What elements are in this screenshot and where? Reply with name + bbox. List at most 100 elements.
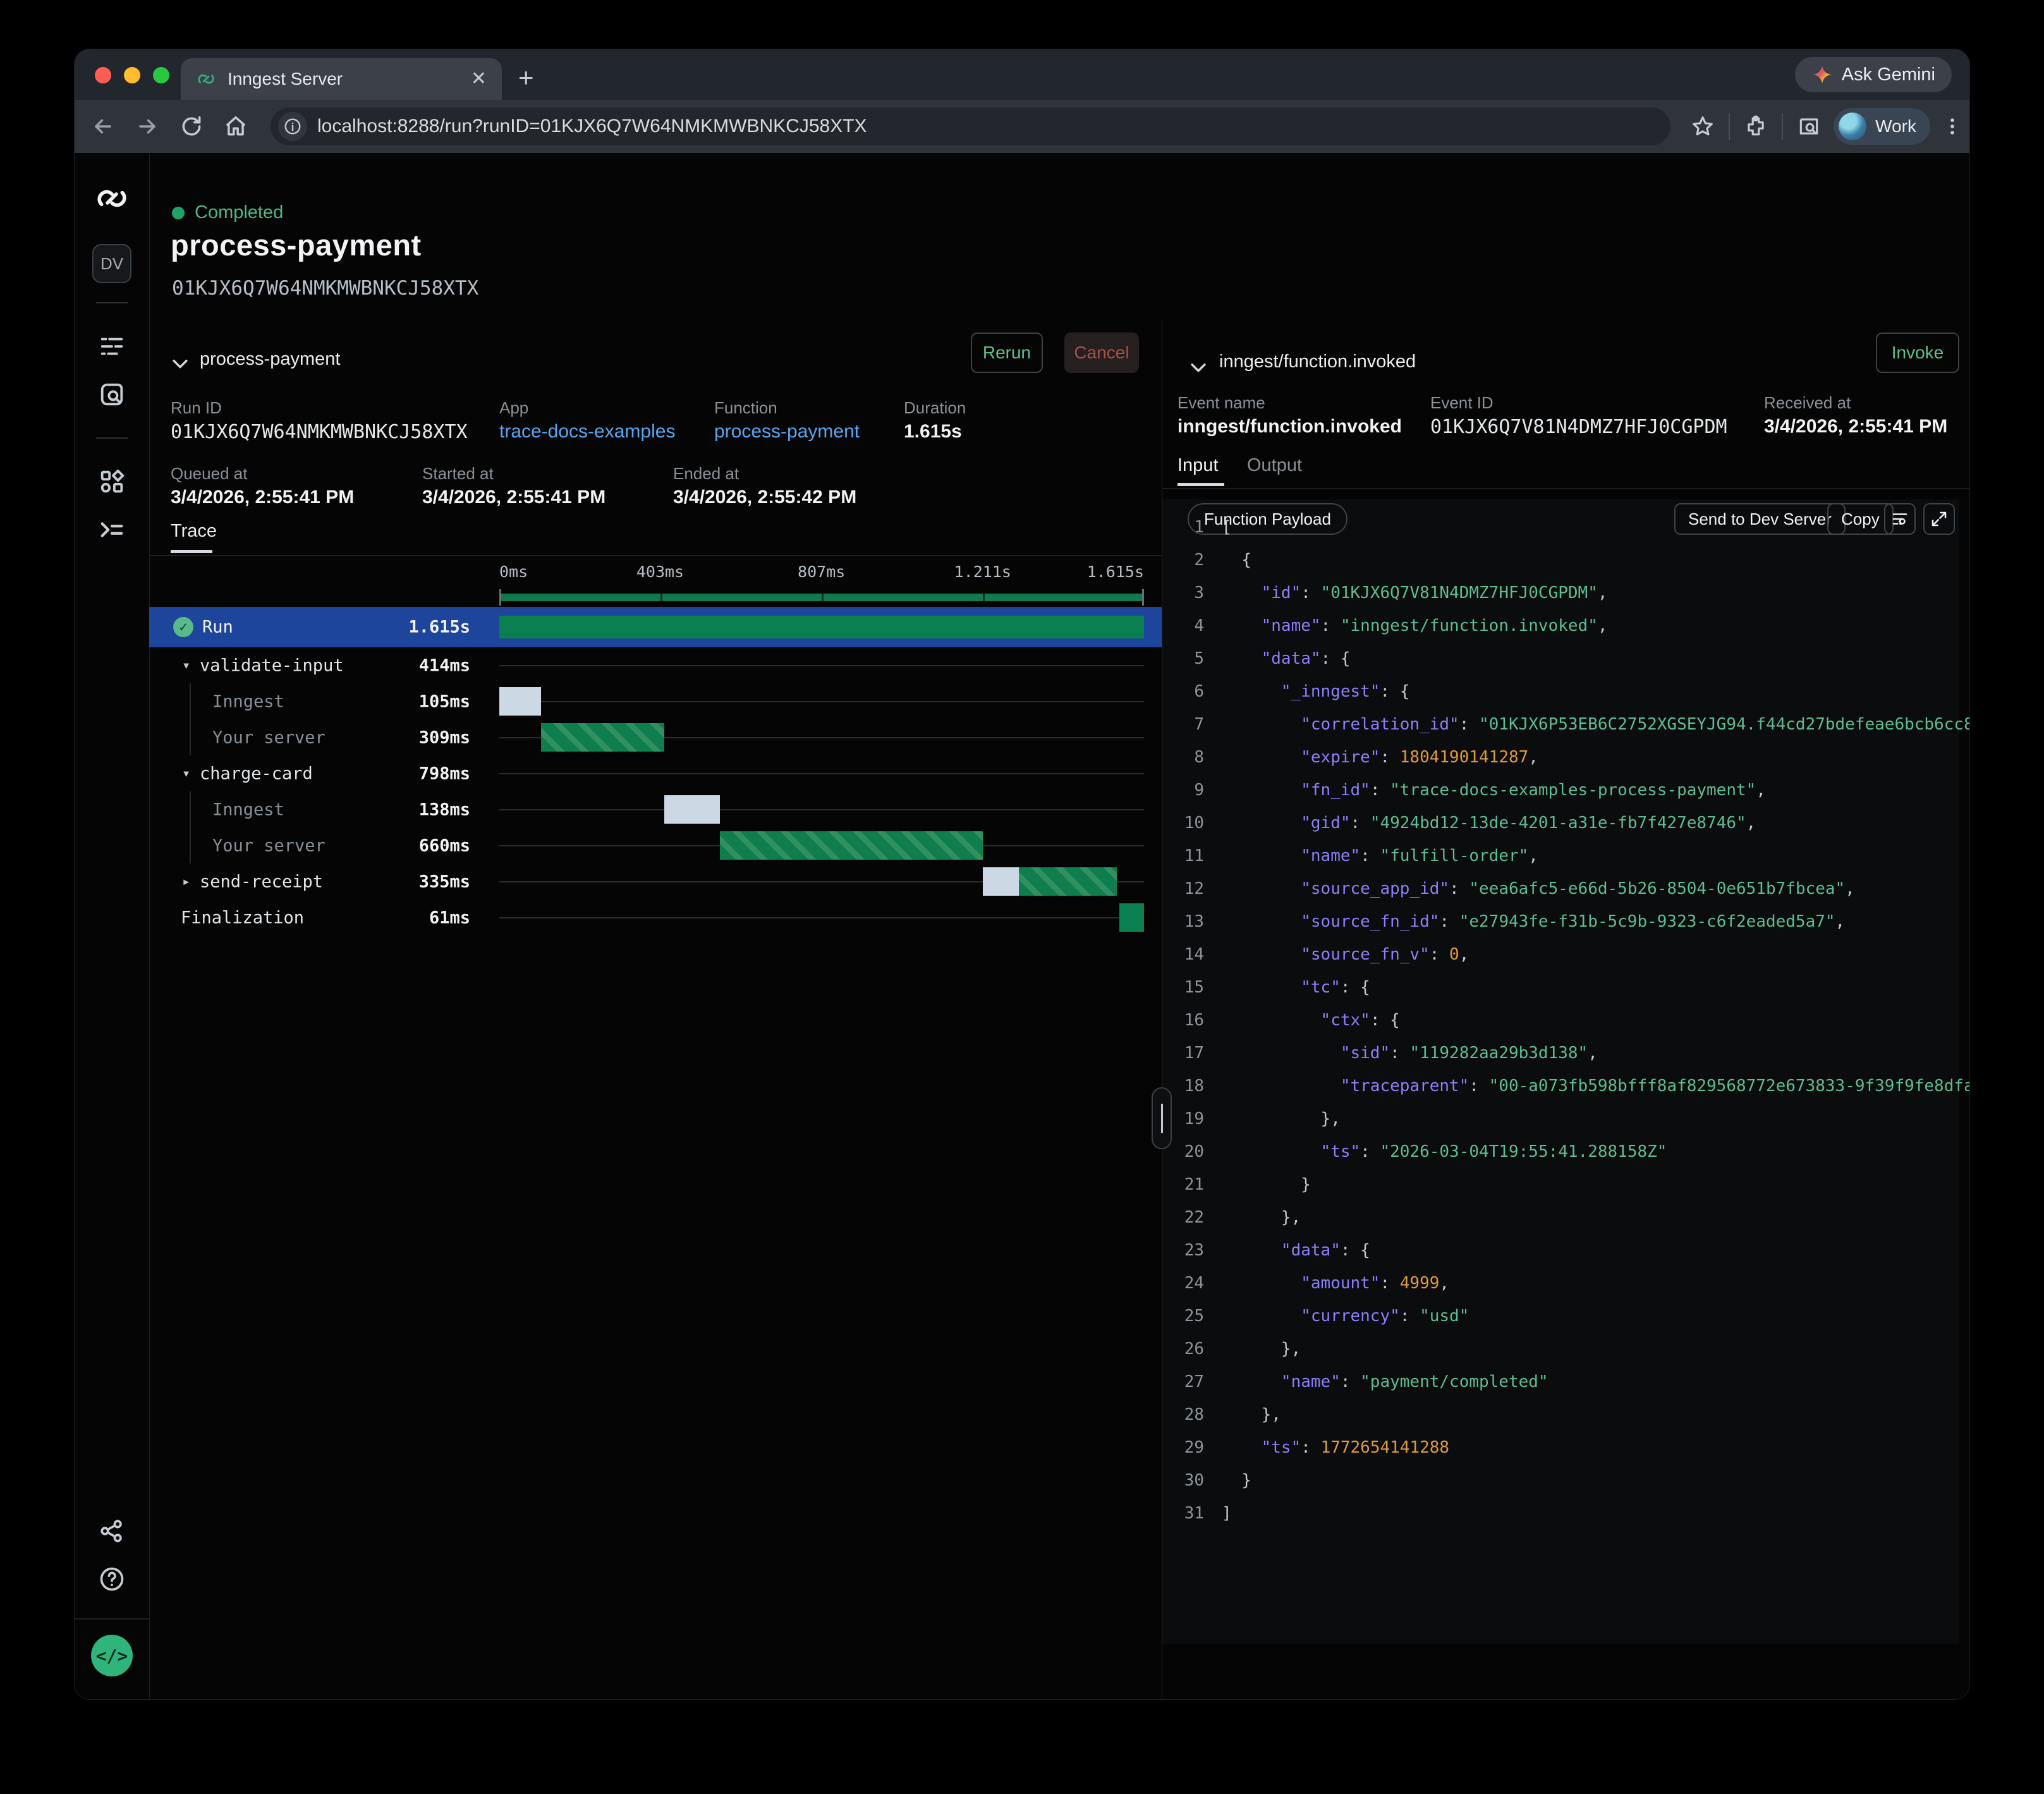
events-search-icon[interactable] — [97, 370, 126, 418]
trace-row-label: Inngest — [212, 800, 284, 819]
started-at-label: Started at — [422, 464, 494, 484]
trace-row-inngest[interactable]: Inngest105ms — [149, 683, 1162, 719]
tree-guide-line — [190, 791, 191, 827]
apps-icon[interactable] — [97, 458, 126, 506]
status-dot-icon — [172, 207, 185, 219]
span-bar-exec[interactable] — [720, 831, 983, 860]
code-line: 30 } — [1162, 1464, 1969, 1497]
trace-row-label: Your server — [212, 728, 325, 747]
browser-menu-icon[interactable] — [1935, 116, 1969, 137]
bookmark-star-icon[interactable] — [1683, 114, 1722, 138]
trace-row-your-server[interactable]: Your server309ms — [149, 719, 1162, 755]
maximize-window-button[interactable] — [153, 67, 169, 83]
event-title: inngest/function.invoked — [1219, 351, 1416, 372]
minimize-window-button[interactable] — [124, 67, 140, 83]
ask-gemini-button[interactable]: Ask Gemini — [1795, 57, 1952, 92]
collapse-arrow-icon[interactable]: ▾ — [182, 766, 190, 781]
window-controls[interactable] — [95, 67, 169, 83]
timeline-tick: 403ms — [636, 563, 684, 581]
code-line: 5 "data": { — [1162, 642, 1969, 675]
trace-row-finalization[interactable]: Finalization61ms — [149, 900, 1162, 936]
line-number: 23 — [1162, 1234, 1222, 1267]
new-tab-button[interactable]: + — [518, 64, 534, 91]
tab-trace[interactable]: Trace — [171, 521, 217, 542]
trace-row-label: Run — [202, 618, 233, 637]
trace-row-send-receipt[interactable]: ▸send-receipt335ms — [149, 863, 1162, 900]
tab-input-underline — [1177, 483, 1224, 486]
span-bar-queue[interactable] — [983, 867, 1019, 896]
code-line: 15 "tc": { — [1162, 971, 1969, 1004]
browser-tab[interactable]: Inngest Server ✕ — [181, 58, 502, 100]
trace-row-charge-card[interactable]: ▾charge-card798ms — [149, 755, 1162, 791]
code-line: 12 "source_app_id": "eea6afc5-e66d-5b26-… — [1162, 872, 1969, 905]
span-bar-exec[interactable] — [541, 723, 664, 752]
line-number: 27 — [1162, 1365, 1222, 1398]
forward-icon[interactable] — [125, 114, 169, 138]
code-line: 17 "sid": "119282aa29b3d138", — [1162, 1037, 1969, 1070]
span-bar-queue[interactable] — [664, 795, 719, 824]
rerun-button[interactable]: Rerun — [971, 333, 1043, 373]
panel-resize-handle[interactable] — [1152, 1087, 1172, 1149]
trace-row-duration: 798ms — [419, 764, 470, 783]
cancel-button[interactable]: Cancel — [1064, 333, 1139, 373]
trace-row-duration: 1.615s — [408, 618, 470, 637]
profile-name: Work — [1875, 116, 1916, 137]
app-sidebar: DV </> — [75, 153, 150, 1699]
dev-mode-button[interactable]: </> — [91, 1635, 133, 1676]
trace-row-duration: 105ms — [419, 692, 470, 711]
code-line: 3 "id": "01KJX6Q7V81N4DMZ7HFJ0CGPDM", — [1162, 577, 1969, 609]
main-area: Completed process-payment 01KJX6Q7W64NMK… — [149, 153, 1969, 1699]
code-line: 29 "ts": 1772654141288 — [1162, 1431, 1969, 1464]
share-icon[interactable] — [98, 1507, 126, 1555]
code-line: 19 }, — [1162, 1102, 1969, 1135]
span-bar-solid[interactable] — [499, 616, 1144, 638]
invoke-button[interactable]: Invoke — [1876, 333, 1959, 373]
site-info-icon[interactable] — [278, 112, 307, 141]
tab-output[interactable]: Output — [1247, 455, 1302, 476]
line-number: 16 — [1162, 1004, 1222, 1037]
duration-label: Duration — [904, 398, 966, 418]
dev-console-icon[interactable] — [97, 506, 126, 554]
runs-list-icon[interactable] — [97, 322, 126, 370]
trace-row-run[interactable]: ✓Run1.615s — [149, 607, 1162, 647]
event-panel: inngest/function.invoked Invoke Event na… — [1162, 321, 1969, 1699]
extensions-icon[interactable] — [1736, 114, 1775, 138]
trace-row-your-server[interactable]: Your server660ms — [149, 827, 1162, 863]
trace-rows: ✓Run1.615s▾validate-input414msInngest105… — [149, 607, 1162, 936]
collapse-chevron-icon[interactable] — [169, 353, 191, 374]
line-number: 14 — [1162, 938, 1222, 971]
timeline-minimap[interactable] — [499, 589, 1144, 606]
app-badge[interactable]: DV — [92, 244, 131, 283]
span-bar-queue[interactable] — [499, 687, 541, 716]
close-window-button[interactable] — [95, 67, 111, 83]
span-bar-solid[interactable] — [1119, 903, 1144, 932]
profile-button[interactable]: Work — [1834, 108, 1930, 145]
collapse-arrow-icon[interactable]: ▾ — [182, 657, 190, 673]
collapse-chevron-icon[interactable] — [1188, 357, 1209, 378]
span-bar-exec[interactable] — [1019, 867, 1117, 896]
expand-arrow-icon[interactable]: ▸ — [182, 874, 190, 889]
search-tabs-icon[interactable] — [1789, 114, 1828, 138]
app-link[interactable]: trace-docs-examples — [499, 421, 675, 442]
back-icon[interactable] — [81, 114, 125, 138]
line-number: 29 — [1162, 1431, 1222, 1464]
tab-input[interactable]: Input — [1177, 455, 1219, 476]
json-code-viewer[interactable]: 1[2 {3 "id": "01KJX6Q7V81N4DMZ7HFJ0CGPDM… — [1162, 511, 1969, 1530]
trace-row-validate-input[interactable]: ▾validate-input414ms — [149, 647, 1162, 683]
tab-close-icon[interactable]: ✕ — [471, 70, 487, 88]
trace-row-duration: 61ms — [429, 908, 470, 927]
url-bar[interactable]: localhost:8288/run?runID=01KJX6Q7W64NMKM… — [271, 107, 1670, 145]
reload-icon[interactable] — [169, 114, 214, 138]
code-line: 10 "gid": "4924bd12-13de-4201-a31e-fb7f4… — [1162, 807, 1969, 839]
home-icon[interactable] — [214, 114, 258, 138]
trace-row-inngest[interactable]: Inngest138ms — [149, 791, 1162, 827]
inngest-logo-icon[interactable] — [94, 181, 130, 216]
trace-track-line — [499, 665, 1144, 666]
function-link[interactable]: process-payment — [714, 421, 860, 442]
code-line: 8 "expire": 1804190141287, — [1162, 741, 1969, 774]
received-at-label: Received at — [1764, 393, 1851, 413]
help-icon[interactable] — [98, 1555, 126, 1603]
url-text[interactable]: localhost:8288/run?runID=01KJX6Q7W64NMKM… — [317, 116, 867, 137]
line-number: 25 — [1162, 1300, 1222, 1333]
trace-row-label: validate-input — [200, 656, 344, 675]
